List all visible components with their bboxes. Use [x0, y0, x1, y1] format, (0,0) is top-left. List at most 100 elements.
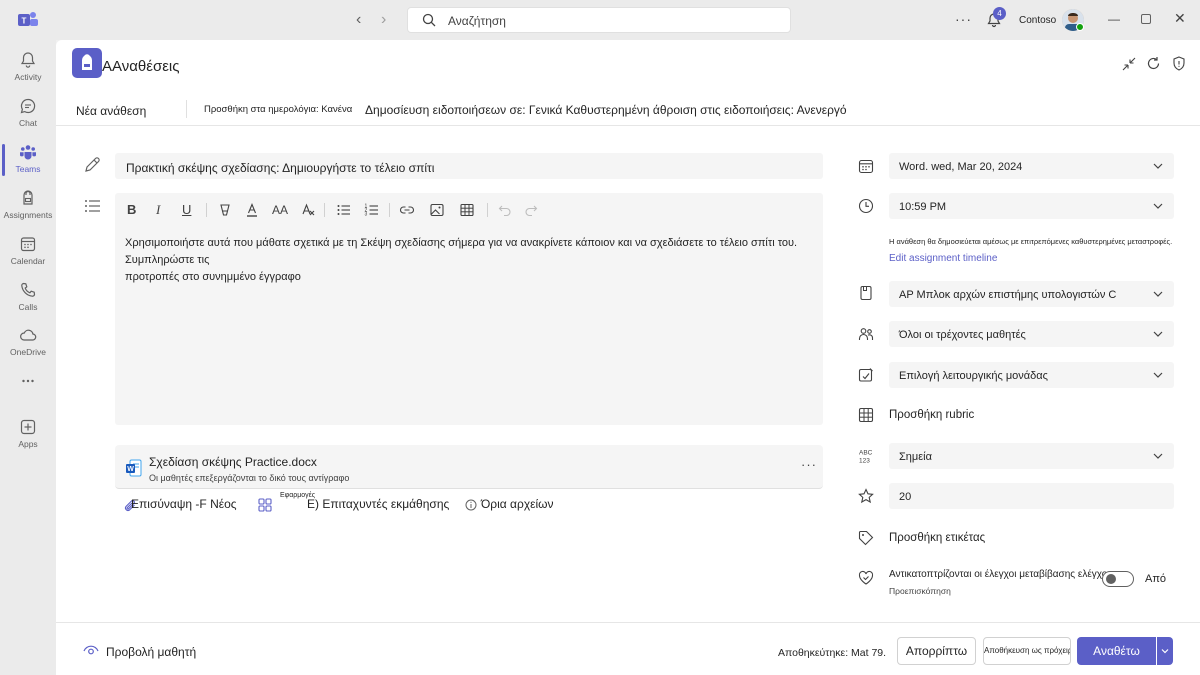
file-limits-link[interactable]: Όρια αρχείων [481, 497, 554, 511]
maximize-icon[interactable] [1141, 14, 1151, 24]
people-icon [858, 328, 874, 340]
category-icon [858, 368, 873, 382]
save-draft-button[interactable]: Αποθήκευση ως πρόχειρο [983, 637, 1071, 665]
add-to-calendar-setting[interactable]: Προσθήκη στα ημερολόγια: Κανένα [204, 104, 352, 115]
due-time-picker[interactable]: 10:59 PM [889, 193, 1174, 219]
rail-item-calendar[interactable]: Calendar [0, 230, 56, 276]
assignment-title-value: Πρακτική σκέψης σχεδίασης: Δημιουργήστε … [126, 161, 435, 175]
attachment-more-icon[interactable]: ··· [801, 457, 817, 472]
chevron-down-icon [1161, 649, 1169, 654]
rail-item-onedrive[interactable]: OneDrive [0, 321, 56, 367]
rail-item-assignments[interactable]: Assignments [0, 184, 56, 230]
rail-item-teams[interactable]: Teams [0, 138, 56, 184]
italic-icon[interactable]: I [156, 202, 160, 218]
preview-tag: Προεπισκόπηση [889, 586, 951, 596]
assign-button[interactable]: Αναθέτω [1077, 637, 1156, 665]
underline-icon[interactable]: U [182, 202, 191, 218]
instructions-editor[interactable]: B I U AA 123 Χρησιμοποιήστε αυτά που μάθ… [115, 193, 823, 425]
divider [186, 100, 187, 118]
rail-label: OneDrive [10, 347, 46, 357]
font-size-icon[interactable]: AA [272, 202, 288, 218]
assignment-title-input[interactable]: Πρακτική σκέψης σχεδίασης: Δημιουργήστε … [115, 153, 823, 179]
toolbar-divider [487, 203, 488, 217]
search-input[interactable]: Αναζήτηση [407, 7, 791, 33]
add-tag-button[interactable]: Προσθήκη ετικέτας [889, 532, 985, 544]
publish-note: Η ανάθεση θα δημοσιεύεται αμέσως με επιτ… [889, 237, 1173, 246]
cloud-icon [20, 329, 37, 341]
add-rubric-button[interactable]: Προσθήκη rubric [889, 409, 974, 421]
clear-format-icon[interactable] [300, 202, 316, 218]
rail-label: Chat [19, 118, 37, 128]
attach-button[interactable]: Επισύναψη -F Νέος [131, 497, 237, 511]
grading-select[interactable]: Σημεία [889, 443, 1174, 469]
originality-toggle[interactable] [1102, 571, 1134, 587]
undo-icon[interactable] [497, 202, 513, 218]
refresh-icon[interactable] [1146, 56, 1161, 71]
chat-icon [20, 98, 36, 114]
points-input[interactable]: 20 [889, 483, 1174, 509]
redo-icon[interactable] [523, 202, 539, 218]
due-date-picker[interactable]: Word. wed, Mar 20, 2024 [889, 153, 1174, 179]
table-icon[interactable] [459, 202, 475, 218]
close-icon[interactable]: ✕ [1174, 10, 1186, 27]
instructions-text: Χρησιμοποιήστε αυτά που μάθατε σχετικά μ… [125, 237, 798, 283]
footer-bar: Προβολή μαθητή Αποθηκεύτηκε: Mat 79. Απο… [56, 622, 1200, 675]
collapse-icon[interactable] [1122, 57, 1136, 71]
editor-toolbar: B I U AA 123 [115, 193, 823, 227]
edit-timeline-link[interactable]: Edit assignment timeline [889, 253, 997, 264]
teams-icon [20, 145, 36, 160]
attachment-card[interactable]: W Σχεδίαση σκέψης Practice.docx Οι μαθητ… [115, 445, 823, 489]
link-icon[interactable] [399, 202, 415, 218]
assign-options-button[interactable] [1157, 637, 1173, 665]
toolbar-divider [389, 203, 390, 217]
heart-check-icon [858, 570, 874, 585]
highlighter-icon[interactable] [217, 202, 233, 218]
app-rail: Activity Chat Teams Assignments Calendar… [0, 40, 56, 675]
more-options-icon[interactable]: ··· [955, 11, 972, 27]
teams-logo-icon: T [18, 12, 38, 26]
post-notifications-setting[interactable]: Δημοσίευση ειδοποιήσεων σε: Γενικά Καθυσ… [365, 103, 847, 117]
abc-123-icon: ABC123 [859, 450, 873, 465]
star-icon [858, 488, 874, 504]
learning-accelerators-button[interactable]: E) Επιταχυντές εκμάθησης [307, 497, 449, 511]
font-color-icon[interactable] [244, 202, 260, 218]
calendar-icon [20, 237, 36, 252]
back-arrow-icon[interactable]: ‹ [356, 10, 370, 30]
student-view-button[interactable]: Προβολή μαθητή [106, 645, 196, 659]
originality-check-label: Αντικατοπτρίζονται οι έλεγχοι μεταβίβαση… [889, 569, 1113, 580]
bold-icon[interactable]: B [127, 202, 136, 218]
word-document-icon: W [126, 459, 142, 477]
assignments-app-icon [72, 48, 102, 78]
bullet-list-icon[interactable] [336, 202, 352, 218]
rail-item-apps[interactable]: Apps [0, 413, 56, 459]
discard-button[interactable]: Απορρίπτω [897, 637, 976, 665]
category-select[interactable]: Επιλογή λειτουργικής μονάδας [889, 362, 1174, 388]
pencil-icon [85, 157, 100, 172]
shield-icon[interactable] [1172, 56, 1186, 71]
attachment-file-name[interactable]: Σχεδίαση σκέψης Practice.docx [149, 455, 317, 469]
numbered-list-icon[interactable]: 123 [364, 202, 380, 218]
rail-item-more[interactable] [0, 367, 56, 413]
page-title: ΑΑναθέσεις [102, 58, 180, 75]
notebook-icon [860, 285, 872, 301]
rail-label: Activity [14, 72, 42, 82]
points-value: 20 [899, 491, 912, 503]
search-placeholder: Αναζήτηση [448, 14, 506, 28]
toggle-state-label: Από [1145, 573, 1167, 585]
forward-arrow-icon[interactable]: › [381, 10, 395, 30]
org-name[interactable]: Contoso [1019, 15, 1056, 26]
apps-icon [20, 419, 36, 435]
attach-actions-row: Επισύναψη -F Νέος Εφαρμογές E) Επιταχυντ… [123, 492, 823, 517]
students-select[interactable]: Όλοι οι τρέχοντες μαθητές [889, 321, 1174, 347]
rail-label: Teams [15, 164, 41, 174]
more-icon [22, 379, 34, 383]
saved-status: Αποθηκεύτηκε: Mat 79. [778, 647, 887, 659]
rail-item-chat[interactable]: Chat [0, 92, 56, 138]
new-assignment-label: Νέα ανάθεση [76, 104, 147, 118]
class-select[interactable]: AP Μπλοκ αρχών επιστήμης υπολογιστών C [889, 281, 1174, 307]
image-icon[interactable] [429, 202, 445, 218]
rail-item-activity[interactable]: Activity [0, 46, 56, 92]
rail-item-calls[interactable]: Calls [0, 276, 56, 322]
svg-text:W: W [127, 466, 134, 473]
minimize-icon[interactable]: — [1108, 12, 1120, 26]
